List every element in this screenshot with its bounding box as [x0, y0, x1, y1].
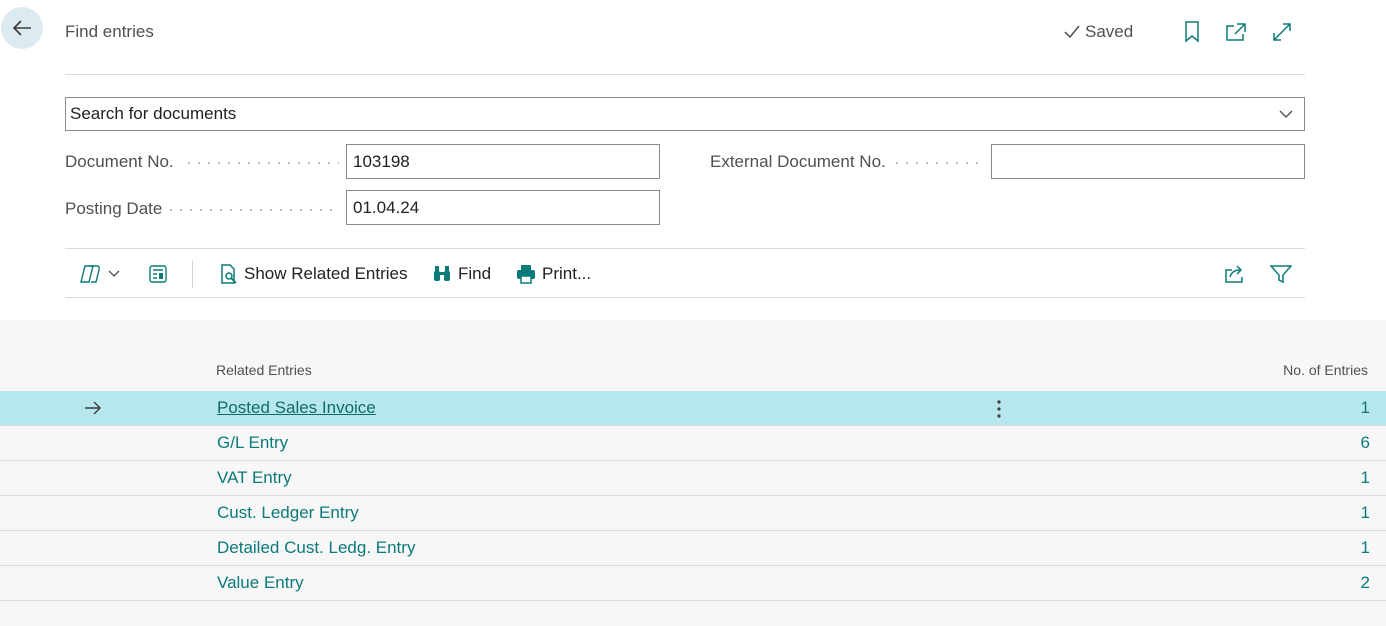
arrow-right-icon [85, 401, 101, 415]
table-row[interactable]: Posted Sales Invoice 1 [0, 391, 1386, 426]
entry-name-link[interactable]: Detailed Cust. Ledg. Entry [217, 538, 415, 558]
entry-count[interactable]: 1 [1361, 398, 1370, 418]
entry-count[interactable]: 1 [1361, 538, 1370, 558]
toolbar-bottom-divider [65, 297, 1305, 298]
table-row[interactable]: Detailed Cust. Ledg. Entry 1 [0, 531, 1386, 566]
bookmark-button[interactable] [1180, 20, 1204, 44]
external-document-no-input[interactable] [991, 144, 1305, 179]
arrow-left-icon [12, 20, 31, 36]
table-row[interactable]: VAT Entry 1 [0, 461, 1386, 496]
more-vertical-icon [997, 400, 1001, 418]
entry-count[interactable]: 1 [1361, 468, 1370, 488]
header-divider [65, 74, 1305, 75]
column-header-no-of-entries[interactable]: No. of Entries [1283, 362, 1368, 378]
entry-count[interactable]: 2 [1361, 573, 1370, 593]
search-type-select[interactable]: Search for documents [65, 97, 1305, 131]
table-row[interactable]: Value Entry 2 [0, 566, 1386, 601]
toolbar-top-divider [65, 248, 1305, 249]
leader-dots [184, 162, 339, 164]
entry-name-link[interactable]: Cust. Ledger Entry [217, 503, 359, 523]
open-new-window-button[interactable] [1224, 20, 1248, 44]
chevron-down-icon [1279, 110, 1293, 118]
copilot-menu-button[interactable] [79, 260, 121, 288]
toolbar-separator [192, 260, 193, 288]
entry-name-link[interactable]: Value Entry [217, 573, 304, 593]
print-label: Print... [542, 264, 592, 283]
saved-label: Saved [1085, 22, 1134, 41]
filter-icon [1270, 265, 1292, 284]
entry-count[interactable]: 1 [1361, 503, 1370, 523]
form-view-button[interactable] [148, 260, 168, 288]
copilot-icon [80, 265, 100, 283]
entry-name-link[interactable]: G/L Entry [217, 433, 288, 453]
page-title: Find entries [65, 22, 154, 41]
posting-date-input[interactable] [346, 190, 660, 225]
checkmark-icon [1064, 25, 1080, 39]
document-no-label: Document No. [65, 152, 174, 171]
entry-name-link[interactable]: Posted Sales Invoice [217, 398, 376, 418]
find-label: Find [458, 264, 492, 283]
document-no-input[interactable] [346, 144, 660, 179]
share-icon [1225, 265, 1243, 283]
saved-status: Saved [1063, 22, 1133, 42]
expand-button[interactable] [1270, 20, 1294, 44]
filter-button[interactable] [1270, 260, 1292, 288]
table-row[interactable]: Cust. Ledger Entry 1 [0, 496, 1386, 531]
show-related-entries-label: Show Related Entries [244, 264, 408, 283]
binoculars-icon [434, 266, 450, 281]
row-actions-button[interactable] [990, 398, 1008, 420]
print-button[interactable]: Print... [516, 260, 591, 288]
bookmark-icon [1185, 21, 1199, 43]
leader-dots [892, 162, 984, 164]
document-search-icon [221, 264, 237, 284]
search-type-value: Search for documents [70, 104, 237, 123]
show-related-entries-button[interactable]: Show Related Entries [220, 260, 407, 288]
form-view-icon [149, 265, 167, 283]
expand-icon [1273, 23, 1291, 41]
entry-name-link[interactable]: VAT Entry [217, 468, 292, 488]
back-button[interactable] [1, 7, 43, 49]
share-button[interactable] [1224, 260, 1246, 288]
posting-date-label: Posting Date [65, 199, 163, 218]
column-header-related-entries[interactable]: Related Entries [216, 362, 312, 378]
table-row[interactable]: G/L Entry 6 [0, 426, 1386, 461]
chevron-down-icon [108, 270, 120, 277]
leader-dots [166, 209, 339, 211]
entry-count[interactable]: 6 [1361, 433, 1370, 453]
printer-icon [517, 265, 535, 284]
external-document-no-label: External Document No. [710, 152, 886, 171]
open-in-new-window-icon [1226, 23, 1246, 41]
find-button[interactable]: Find [432, 260, 491, 288]
